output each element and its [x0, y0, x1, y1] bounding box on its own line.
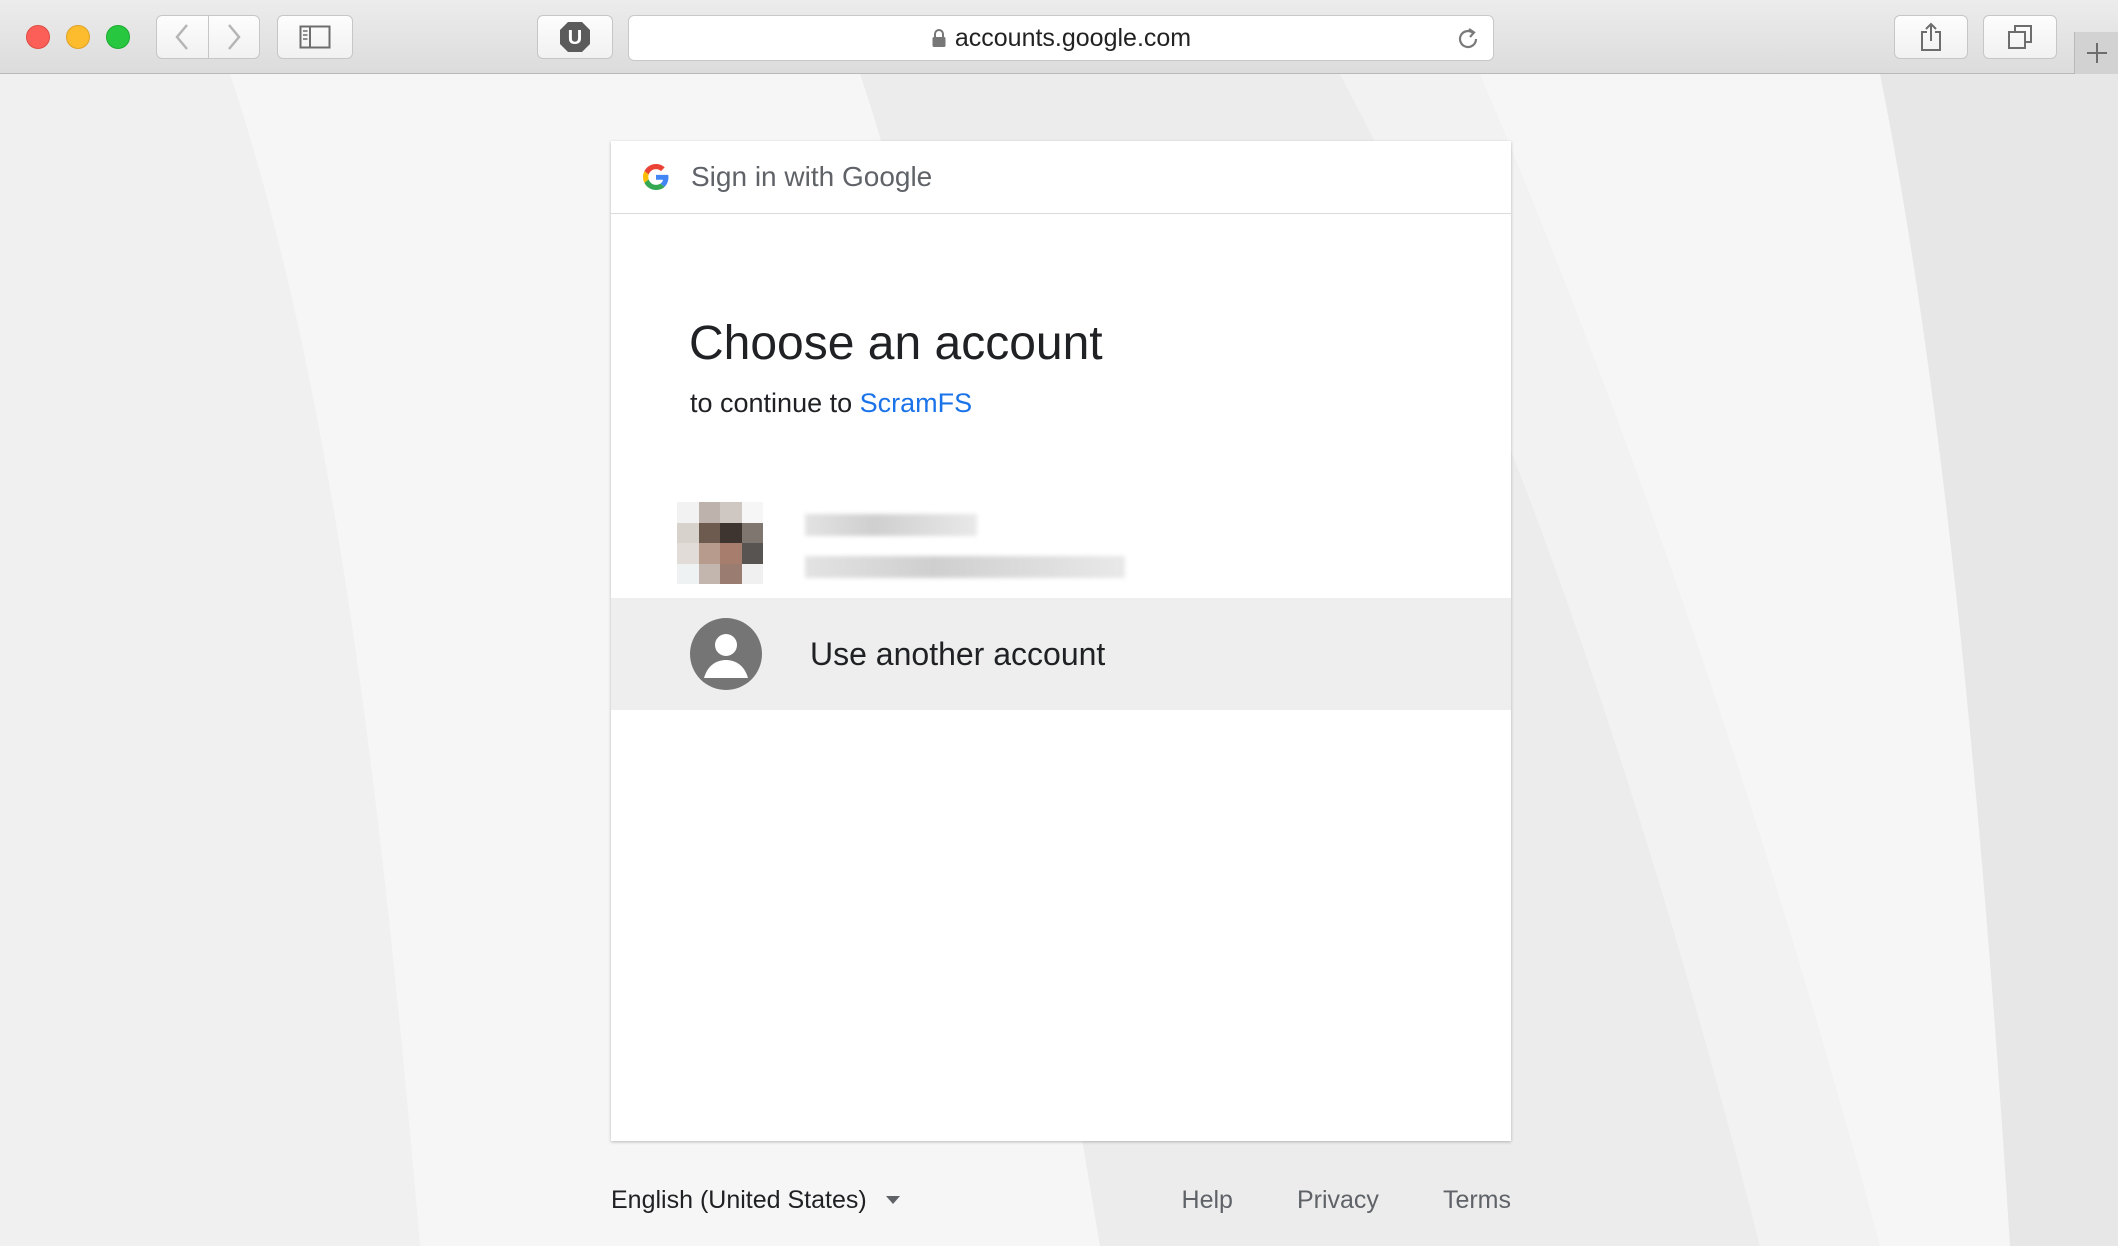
- sign-in-card: Sign in with Google Choose an account to…: [611, 141, 1511, 1141]
- terms-link[interactable]: Terms: [1443, 1186, 1511, 1215]
- plus-icon: [2086, 43, 2107, 63]
- account-name-redacted: [805, 514, 977, 536]
- navigation-buttons: [156, 15, 260, 59]
- footer-links: Help Privacy Terms: [1118, 1186, 1511, 1215]
- help-link[interactable]: Help: [1182, 1186, 1233, 1215]
- close-window-button[interactable]: [26, 25, 50, 49]
- language-selector[interactable]: English (United States): [611, 1186, 901, 1215]
- extension-badge-text: U: [568, 27, 582, 49]
- account-list-item[interactable]: [611, 486, 1511, 596]
- ublock-icon: U: [560, 22, 590, 52]
- app-name-link[interactable]: ScramFS: [860, 388, 973, 418]
- footer: English (United States) Help Privacy Ter…: [611, 1180, 1511, 1220]
- use-another-account-button[interactable]: Use another account: [611, 598, 1511, 710]
- show-tabs-button[interactable]: [1983, 15, 2057, 59]
- tabs-icon: [2008, 25, 2032, 49]
- zoom-window-button[interactable]: [106, 25, 130, 49]
- account-email-redacted: [805, 556, 1125, 578]
- share-icon: [1921, 22, 1941, 51]
- sidebar-button[interactable]: [277, 15, 353, 59]
- back-button[interactable]: [157, 16, 208, 58]
- chevron-left-icon: [175, 24, 189, 50]
- new-tab-button[interactable]: [2074, 32, 2118, 74]
- reload-icon[interactable]: [1455, 26, 1481, 52]
- google-logo-icon: [643, 164, 669, 190]
- lock-icon: [932, 29, 946, 47]
- browser-toolbar: U accounts.google.com: [0, 0, 2118, 74]
- subtitle-prefix: to continue to: [690, 388, 853, 418]
- privacy-link[interactable]: Privacy: [1297, 1186, 1379, 1215]
- use-another-account-label: Use another account: [810, 635, 1106, 672]
- caret-down-icon: [885, 1196, 900, 1204]
- minimize-window-button[interactable]: [66, 25, 90, 49]
- forward-button[interactable]: [207, 16, 260, 58]
- person-icon: [690, 618, 762, 690]
- chevron-right-icon: [227, 24, 241, 50]
- language-label: English (United States): [611, 1185, 867, 1214]
- avatar: [677, 502, 763, 584]
- page-content: Sign in with Google Choose an account to…: [0, 74, 2118, 1246]
- extension-button[interactable]: U: [537, 15, 613, 59]
- card-header-title: Sign in with Google: [691, 161, 933, 192]
- url-text: accounts.google.com: [954, 23, 1192, 52]
- subtitle: to continue to ScramFS: [690, 388, 972, 419]
- page-title: Choose an account: [689, 317, 1103, 370]
- sidebar-icon: [299, 25, 331, 49]
- share-button[interactable]: [1894, 15, 1968, 59]
- address-bar[interactable]: accounts.google.com: [628, 15, 1494, 61]
- card-header: Sign in with Google: [611, 141, 1511, 214]
